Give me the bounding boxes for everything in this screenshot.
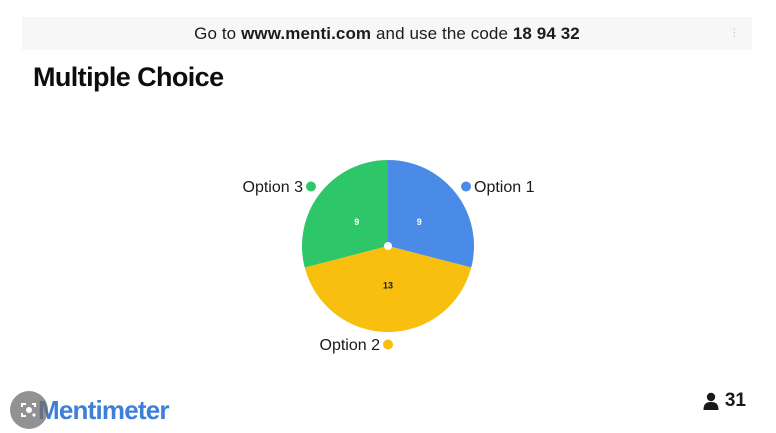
google-lens-icon[interactable] [10, 391, 48, 429]
participant-count: 31 [724, 390, 746, 411]
legend-label-1: Option 1 [474, 179, 535, 196]
slice-value-3: 9 [354, 217, 359, 227]
pie-chart: 9 13 9 Option 1 Option 2 Option 3 [243, 160, 535, 354]
person-icon [703, 392, 719, 410]
legend-label-3: Option 3 [243, 179, 304, 196]
slice-value-1: 9 [417, 217, 422, 227]
participant-counter: 31 [703, 390, 746, 412]
pie-center-dot [384, 242, 392, 250]
legend-dot-3 [306, 181, 316, 192]
slice-value-2: 13 [383, 281, 393, 291]
legend-dot-2 [383, 339, 393, 350]
legend-label-2: Option 2 [320, 337, 381, 354]
legend-dot-1 [461, 181, 471, 192]
brand-name: Mentimeter [38, 394, 170, 425]
mentimeter-logo: Mentimeter [10, 390, 170, 430]
